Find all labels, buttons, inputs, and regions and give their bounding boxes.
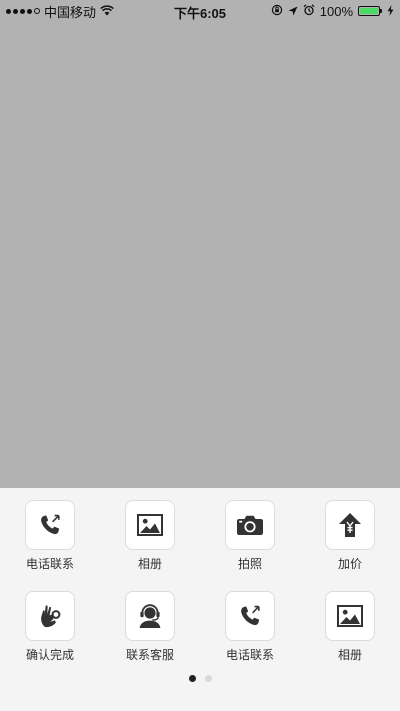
orientation-lock-icon: [271, 4, 283, 19]
phone-icon: [238, 604, 262, 628]
action-label: 电话联系: [225, 648, 274, 662]
action-take-photo[interactable]: 拍照: [200, 500, 300, 571]
camera-icon: [236, 514, 264, 536]
action-photo-album[interactable]: 相册: [300, 591, 400, 662]
customer-service-headset-icon: [137, 603, 163, 629]
action-row: 电话联系 相册 拍照 加价: [0, 500, 400, 580]
location-arrow-icon: [288, 4, 298, 19]
photo-album-icon: [137, 514, 163, 536]
action-phone-contact[interactable]: 电话联系: [200, 591, 300, 662]
status-bar-right: 100%: [271, 3, 394, 19]
action-tile[interactable]: [325, 500, 375, 550]
page-dot[interactable]: [188, 675, 196, 682]
action-phone-contact[interactable]: 电话联系: [0, 500, 100, 571]
action-contact-support[interactable]: 联系客服: [100, 591, 200, 662]
battery-percent: 100%: [319, 3, 353, 19]
yuan-up-arrow-icon: [338, 512, 362, 538]
action-tile[interactable]: [125, 500, 175, 550]
page-indicator[interactable]: [0, 675, 400, 682]
action-tile[interactable]: [325, 591, 375, 641]
action-panel: 电话联系 相册 拍照 加价 确认完成 联系客服 电话联系 相册: [0, 488, 400, 711]
alarm-clock-icon: [303, 3, 315, 19]
charging-bolt-icon: [387, 4, 394, 19]
ok-hand-icon: [38, 603, 62, 629]
action-label: 加价: [337, 557, 362, 571]
action-tile[interactable]: [125, 591, 175, 641]
action-confirm-complete[interactable]: 确认完成: [0, 591, 100, 662]
battery-icon: [358, 6, 382, 16]
action-add-price[interactable]: 加价: [300, 500, 400, 571]
action-tile[interactable]: [225, 500, 275, 550]
action-photo-album[interactable]: 相册: [100, 500, 200, 571]
action-label: 联系客服: [125, 648, 174, 662]
phone-icon: [38, 513, 62, 537]
battery-level: [360, 8, 378, 14]
action-tile[interactable]: [225, 591, 275, 641]
action-tile[interactable]: [25, 591, 75, 641]
action-label: 相册: [137, 557, 162, 571]
photo-album-icon: [337, 605, 363, 627]
action-label: 电话联系: [25, 557, 74, 571]
action-row: 确认完成 联系客服 电话联系 相册: [0, 591, 400, 671]
action-label: 拍照: [237, 557, 262, 571]
action-label: 确认完成: [25, 648, 74, 662]
action-label: 相册: [337, 648, 362, 662]
action-tile[interactable]: [25, 500, 75, 550]
page-dot[interactable]: [204, 675, 212, 682]
status-bar: 中国移动 下午6:05 100%: [0, 0, 400, 22]
